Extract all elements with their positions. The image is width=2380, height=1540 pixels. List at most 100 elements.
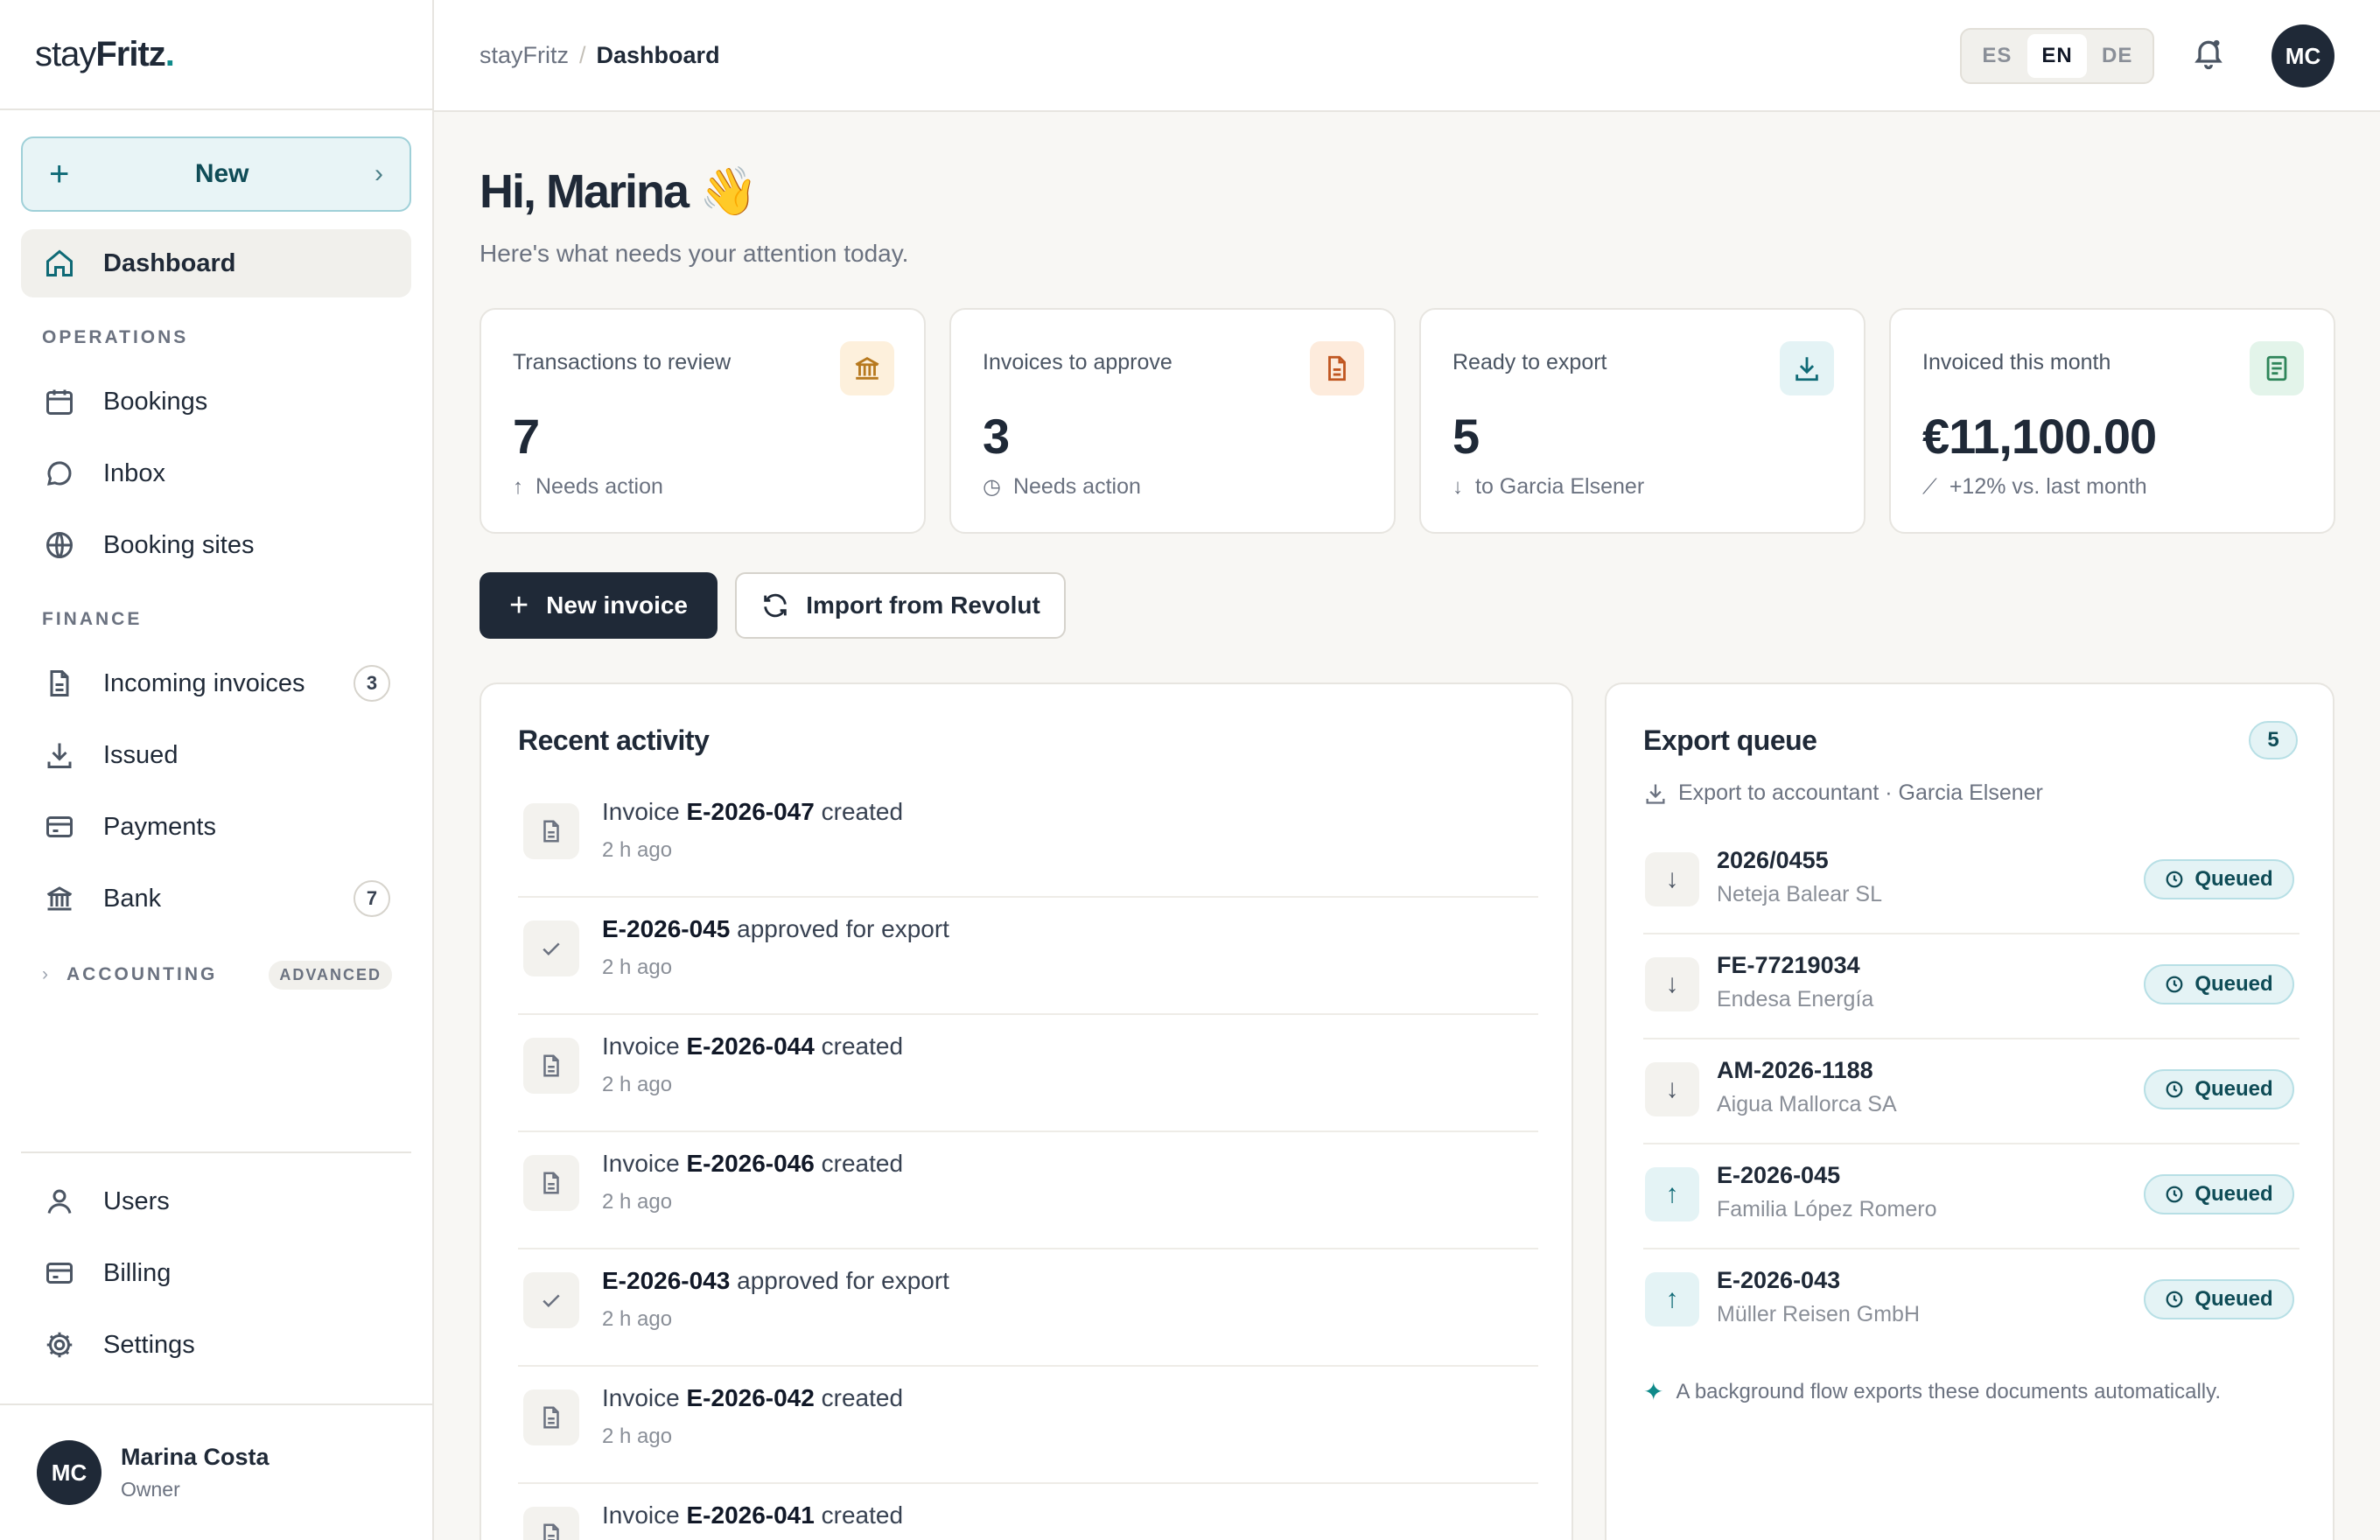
queue-item-number: AM-2026-1188 [1717, 1057, 1873, 1083]
stat-note-text: Needs action [536, 474, 663, 499]
sidebar-item-booking-sites[interactable]: Booking sites [21, 511, 411, 579]
new-button[interactable]: + New › [21, 136, 411, 212]
sidebar-item-issued[interactable]: Issued [21, 721, 411, 789]
sidebar-item-label: Inbox [103, 458, 165, 487]
new-invoice-button[interactable]: + New invoice [480, 572, 718, 639]
avatar[interactable]: MC [2272, 24, 2334, 88]
clock-icon: ◷ [983, 475, 1001, 499]
sidebar-item-users[interactable]: Users [21, 1167, 411, 1236]
breadcrumb-root[interactable]: stayFritz [480, 42, 569, 68]
chevron-right-icon: › [42, 964, 51, 984]
sidebar-item-bank[interactable]: Bank 7 [21, 864, 411, 933]
list-item[interactable]: E-2026-045 approved for export 2 h ago [518, 898, 1538, 1015]
stat-value: €11,100.00 [1922, 409, 2157, 464]
section-label-operations: OPERATIONS [42, 327, 189, 347]
sidebar-item-incoming-invoices[interactable]: Incoming invoices 3 [21, 649, 411, 718]
stat-note: ↑ Needs action [513, 474, 663, 500]
sidebar-item-dashboard[interactable]: Dashboard [21, 229, 411, 298]
brand-logo[interactable]: stay Fritz. [0, 0, 432, 110]
arrow-down-icon: ↓ [1645, 1062, 1699, 1116]
activity-suffix: approved for export [730, 915, 949, 942]
stat-card-invoiced[interactable]: Invoiced this month €11,100.00 ⟋ +12% vs… [1889, 308, 2335, 534]
document-icon [523, 803, 579, 859]
sidebar-item-billing[interactable]: Billing [21, 1239, 411, 1307]
stat-note-text: +12% vs. last month [1949, 474, 2147, 499]
queue-subtitle: Export to accountant · Garcia Elsener [1643, 780, 2043, 806]
queue-item-party: Neteja Balear SL [1717, 882, 1883, 906]
download-icon [1780, 341, 1834, 396]
stat-note-text: Needs action [1012, 474, 1141, 499]
sidebar-section-accounting[interactable]: › ACCOUNTING ADVANCED [42, 957, 392, 992]
check-icon [523, 1272, 579, 1328]
status-badge-text: Queued [2194, 972, 2273, 996]
sidebar-item-settings[interactable]: Settings [21, 1311, 411, 1379]
activity-ref: E-2026-041 [686, 1502, 815, 1529]
table-row[interactable]: ↓ AM-2026-1188 Aigua Mallorca SA Queued [1643, 1040, 2300, 1144]
list-item[interactable]: Invoice E-2026-046 created 2 h ago [518, 1132, 1538, 1250]
stat-label: Ready to export [1452, 350, 1607, 374]
sidebar-item-label: Issued [103, 740, 178, 769]
lang-option-de[interactable]: DE [2087, 34, 2147, 78]
activity-ref: E-2026-045 [602, 915, 731, 942]
arrow-up-icon: ↑ [1645, 1272, 1699, 1326]
table-row[interactable]: ↓ FE-77219034 Endesa Energía Queued [1643, 934, 2300, 1040]
import-revolut-button[interactable]: Import from Revolut [735, 572, 1066, 639]
activity-suffix: created [814, 1502, 904, 1529]
list-item[interactable]: Invoice E-2026-047 created 2 h ago [518, 780, 1538, 898]
queue-item-number: E-2026-045 [1717, 1162, 1841, 1188]
list-item[interactable]: Invoice E-2026-041 created [518, 1484, 1538, 1540]
activity-ref: E-2026-044 [686, 1032, 815, 1060]
arrow-down-icon: ↓ [1452, 474, 1463, 499]
document-icon [523, 1038, 579, 1094]
status-badge: Queued [2144, 1279, 2294, 1320]
credit-card-icon [42, 1256, 77, 1291]
stat-value: 3 [983, 409, 1010, 464]
bell-icon[interactable] [2191, 35, 2231, 75]
advanced-badge: ADVANCED [269, 960, 392, 990]
activity-ref: E-2026-042 [686, 1384, 815, 1411]
user-profile[interactable]: MC Marina Costa Owner [37, 1440, 270, 1505]
list-item[interactable]: Invoice E-2026-044 created 2 h ago [518, 1015, 1538, 1132]
sidebar-item-inbox[interactable]: Inbox [21, 439, 411, 508]
document-icon [523, 1507, 579, 1540]
section-label-accounting: ACCOUNTING [66, 964, 218, 984]
page-title: Hi, Marina 👋 [480, 165, 758, 218]
stat-label: Transactions to review [513, 350, 732, 374]
user-role: Owner [121, 1478, 180, 1501]
activity-prefix: Invoice [602, 1502, 687, 1529]
table-row[interactable]: ↑ E-2026-045 Familia López Romero Queued [1643, 1144, 2300, 1250]
sidebar-item-payments[interactable]: Payments [21, 793, 411, 861]
lang-option-en[interactable]: EN [2026, 34, 2088, 78]
brand-dot: . [164, 34, 175, 74]
calendar-icon [42, 384, 77, 419]
activity-ref: E-2026-043 [602, 1267, 731, 1294]
sidebar-item-label: Booking sites [103, 530, 255, 559]
status-badge: Queued [2144, 1069, 2294, 1110]
list-item[interactable]: Invoice E-2026-042 created 2 h ago [518, 1367, 1538, 1484]
sidebar-item-bookings[interactable]: Bookings [21, 368, 411, 436]
queue-item-party: Aigua Mallorca SA [1717, 1092, 1897, 1116]
clock-icon [2166, 1291, 2183, 1308]
list-item[interactable]: E-2026-043 approved for export 2 h ago [518, 1250, 1538, 1367]
chevron-right-icon: › [374, 159, 383, 188]
stat-card-invoices[interactable]: Invoices to approve 3 ◷ Needs action [949, 308, 1396, 534]
receipt-icon [2250, 341, 2304, 396]
activity-text: Invoice E-2026-044 created [602, 1032, 903, 1060]
table-row[interactable]: ↑ E-2026-043 Müller Reisen GmbH Queued [1643, 1250, 2300, 1354]
queue-item-number: FE-77219034 [1717, 952, 1860, 978]
stat-card-transactions[interactable]: Transactions to review 7 ↑ Needs action [480, 308, 926, 534]
download-icon [42, 738, 77, 773]
activity-ref: E-2026-046 [686, 1150, 815, 1177]
lang-option-es[interactable]: ES [1967, 34, 2027, 78]
table-row[interactable]: ↓ 2026/0455 Neteja Balear SL Queued [1643, 830, 2300, 934]
sidebar-item-label: Incoming invoices [103, 668, 305, 697]
stat-note-text: to Garcia Elsener [1475, 474, 1645, 499]
queue-item-party: Müller Reisen GmbH [1717, 1302, 1921, 1326]
activity-suffix: approved for export [730, 1267, 949, 1294]
stat-card-export[interactable]: Ready to export 5 ↓ to Garcia Elsener [1419, 308, 1866, 534]
activity-suffix: created [814, 1384, 904, 1411]
sidebar-divider [0, 1404, 434, 1405]
bank-icon [840, 341, 894, 396]
section-label-finance: FINANCE [42, 609, 143, 629]
sidebar-item-label: Bookings [103, 387, 208, 416]
